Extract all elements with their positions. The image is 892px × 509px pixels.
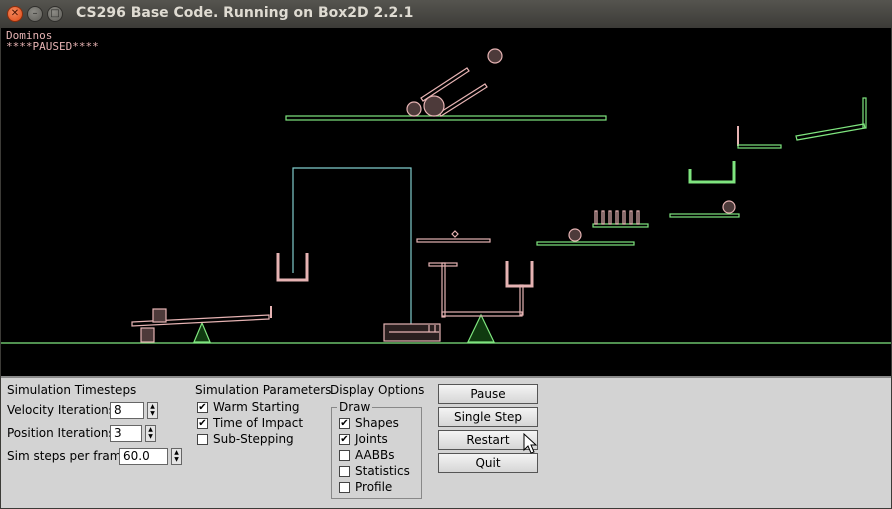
statistics-checkbox[interactable] xyxy=(339,466,350,477)
seesaw-right-pivot xyxy=(467,313,495,343)
control-panel: Simulation Timesteps Velocity Iterations… xyxy=(1,376,891,508)
sub-stepping-label[interactable]: Sub-Stepping xyxy=(213,432,294,446)
green-bucket xyxy=(688,161,736,184)
shelf-right xyxy=(669,213,740,218)
timesteps-heading: Simulation Timesteps xyxy=(7,383,137,397)
time-of-impact-label[interactable]: Time of Impact xyxy=(213,416,303,430)
ball-top xyxy=(487,48,503,64)
middle-platform xyxy=(416,238,491,243)
minimize-icon[interactable]: – xyxy=(27,6,43,22)
position-iterations-stepper[interactable]: ▲ ▼ xyxy=(145,425,156,442)
sub-stepping-checkbox[interactable] xyxy=(197,434,208,445)
aabbs-checkbox[interactable] xyxy=(339,450,350,461)
bucket-right xyxy=(505,261,534,288)
velocity-iterations-stepper[interactable]: ▲ ▼ xyxy=(147,402,158,419)
profile-checkbox[interactable] xyxy=(339,482,350,493)
ramp-green xyxy=(795,123,866,141)
quit-button[interactable]: Quit xyxy=(438,453,538,473)
profile-label[interactable]: Profile xyxy=(355,480,392,494)
pause-button[interactable]: Pause xyxy=(438,384,538,404)
title-bar: ✕ – □ CS296 Base Code. Running on Box2D … xyxy=(0,0,892,28)
maximize-icon[interactable]: □ xyxy=(47,6,63,22)
shelf-dominos xyxy=(592,223,649,228)
display-heading: Display Options xyxy=(330,383,425,397)
shapes-checkbox[interactable]: ✔ xyxy=(339,418,350,429)
joints-label[interactable]: Joints xyxy=(355,432,388,446)
lever-bar xyxy=(441,311,523,317)
single-step-button[interactable]: Single Step xyxy=(438,407,538,427)
ball-shelf xyxy=(568,228,582,242)
mouse-cursor-icon xyxy=(523,433,538,454)
physics-scene xyxy=(1,48,891,344)
aabbs-label[interactable]: AABBs xyxy=(355,448,394,462)
shapes-label[interactable]: Shapes xyxy=(355,416,399,430)
time-of-impact-checkbox[interactable]: ✔ xyxy=(197,418,208,429)
position-iterations-input[interactable]: 3 xyxy=(110,425,142,442)
seesaw-left-pivot xyxy=(193,321,211,343)
joints-checkbox[interactable]: ✔ xyxy=(339,434,350,445)
ball-large xyxy=(423,95,445,117)
warm-starting-label[interactable]: Warm Starting xyxy=(213,400,300,414)
close-icon[interactable]: ✕ xyxy=(7,6,23,22)
sim-steps-stepper[interactable]: ▲ ▼ xyxy=(171,448,182,465)
seesaw-box-bottom xyxy=(140,327,155,343)
seesaw-box-top xyxy=(152,308,167,323)
top-shelf xyxy=(285,115,607,121)
velocity-iterations-input[interactable]: 8 xyxy=(110,402,144,419)
sim-steps-input[interactable]: 60.0 xyxy=(119,448,168,465)
simulation-canvas[interactable]: Dominos ****PAUSED**** xyxy=(1,28,891,376)
warm-starting-checkbox[interactable]: ✔ xyxy=(197,402,208,413)
draw-group-label: Draw xyxy=(337,400,373,414)
statistics-label[interactable]: Statistics xyxy=(355,464,410,478)
shelf-upper-right xyxy=(737,144,782,149)
shelf-ball xyxy=(536,241,635,246)
ramp-lower xyxy=(438,83,488,117)
pulley-rope xyxy=(292,167,412,328)
ramp-upper xyxy=(420,67,470,102)
sim-steps-label: Sim steps per frame xyxy=(7,449,129,463)
ball-right xyxy=(722,200,736,214)
ball-small xyxy=(406,101,422,117)
window-title: CS296 Base Code. Running on Box2D 2.2.1 xyxy=(76,5,414,21)
parameters-heading: Simulation Parameters xyxy=(195,383,332,397)
paused-indicator: ****PAUSED**** xyxy=(6,40,99,53)
position-iterations-label: Position Iterations xyxy=(7,426,115,440)
velocity-iterations-label: Velocity Iterations xyxy=(7,403,116,417)
